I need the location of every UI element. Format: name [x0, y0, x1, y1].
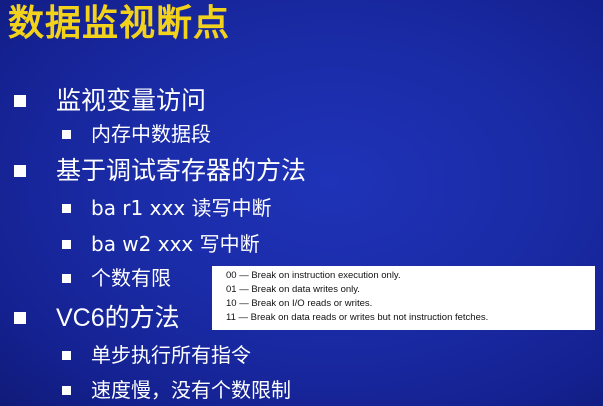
- square-bullet-icon: [62, 350, 71, 360]
- bullet-text: 速度慢，没有个数限制: [91, 378, 291, 402]
- note-line: 01 — Break on data writes only.: [226, 284, 360, 295]
- bullet-text: ba r1 xxx 读写中断: [91, 196, 272, 220]
- bullet-text: 单步执行所有指令: [91, 343, 251, 367]
- square-bullet-icon: [14, 165, 26, 177]
- square-bullet-icon: [62, 129, 71, 139]
- square-bullet-icon: [62, 239, 71, 249]
- bullet-level2: 内存中数据段: [62, 121, 211, 147]
- bullet-level1: 监视变量访问: [14, 86, 206, 116]
- note-line: 10 — Break on I/O reads or writes.: [226, 298, 373, 309]
- bullet-text: 基于调试寄存器的方法: [56, 156, 307, 185]
- square-bullet-icon: [62, 273, 71, 283]
- bullet-level2: ba w2 xxx 写中断: [62, 231, 260, 257]
- slide-title: 数据监视断点: [8, 3, 231, 44]
- breakpoint-type-note: 00 — Break on instruction execution only…: [212, 266, 595, 330]
- bullet-text: ba w2 xxx 写中断: [91, 232, 260, 256]
- bullet-level2: 个数有限: [62, 265, 171, 291]
- square-bullet-icon: [62, 203, 71, 213]
- bullet-level2: 单步执行所有指令: [62, 342, 251, 368]
- bullet-level1: 基于调试寄存器的方法: [14, 156, 306, 186]
- bullet-text: 监视变量访问: [56, 86, 207, 115]
- bullet-level2: ba r1 xxx 读写中断: [62, 195, 271, 221]
- slide: 数据监视断点 监视变量访问 内存中数据段 基于调试寄存器的方法 ba r1 xx…: [0, 0, 603, 406]
- bullet-text: 个数有限: [91, 266, 171, 290]
- bullet-text: VC6的方法: [56, 304, 180, 332]
- bullet-level2: 速度慢，没有个数限制: [62, 377, 291, 403]
- square-bullet-icon: [14, 312, 26, 324]
- note-line: 11 — Break on data reads or writes but n…: [226, 312, 489, 323]
- bullet-level1: VC6的方法: [14, 303, 180, 333]
- square-bullet-icon: [14, 95, 26, 107]
- bullet-text: 内存中数据段: [91, 122, 211, 146]
- note-line: 00 — Break on instruction execution only…: [226, 270, 401, 281]
- square-bullet-icon: [62, 385, 71, 395]
